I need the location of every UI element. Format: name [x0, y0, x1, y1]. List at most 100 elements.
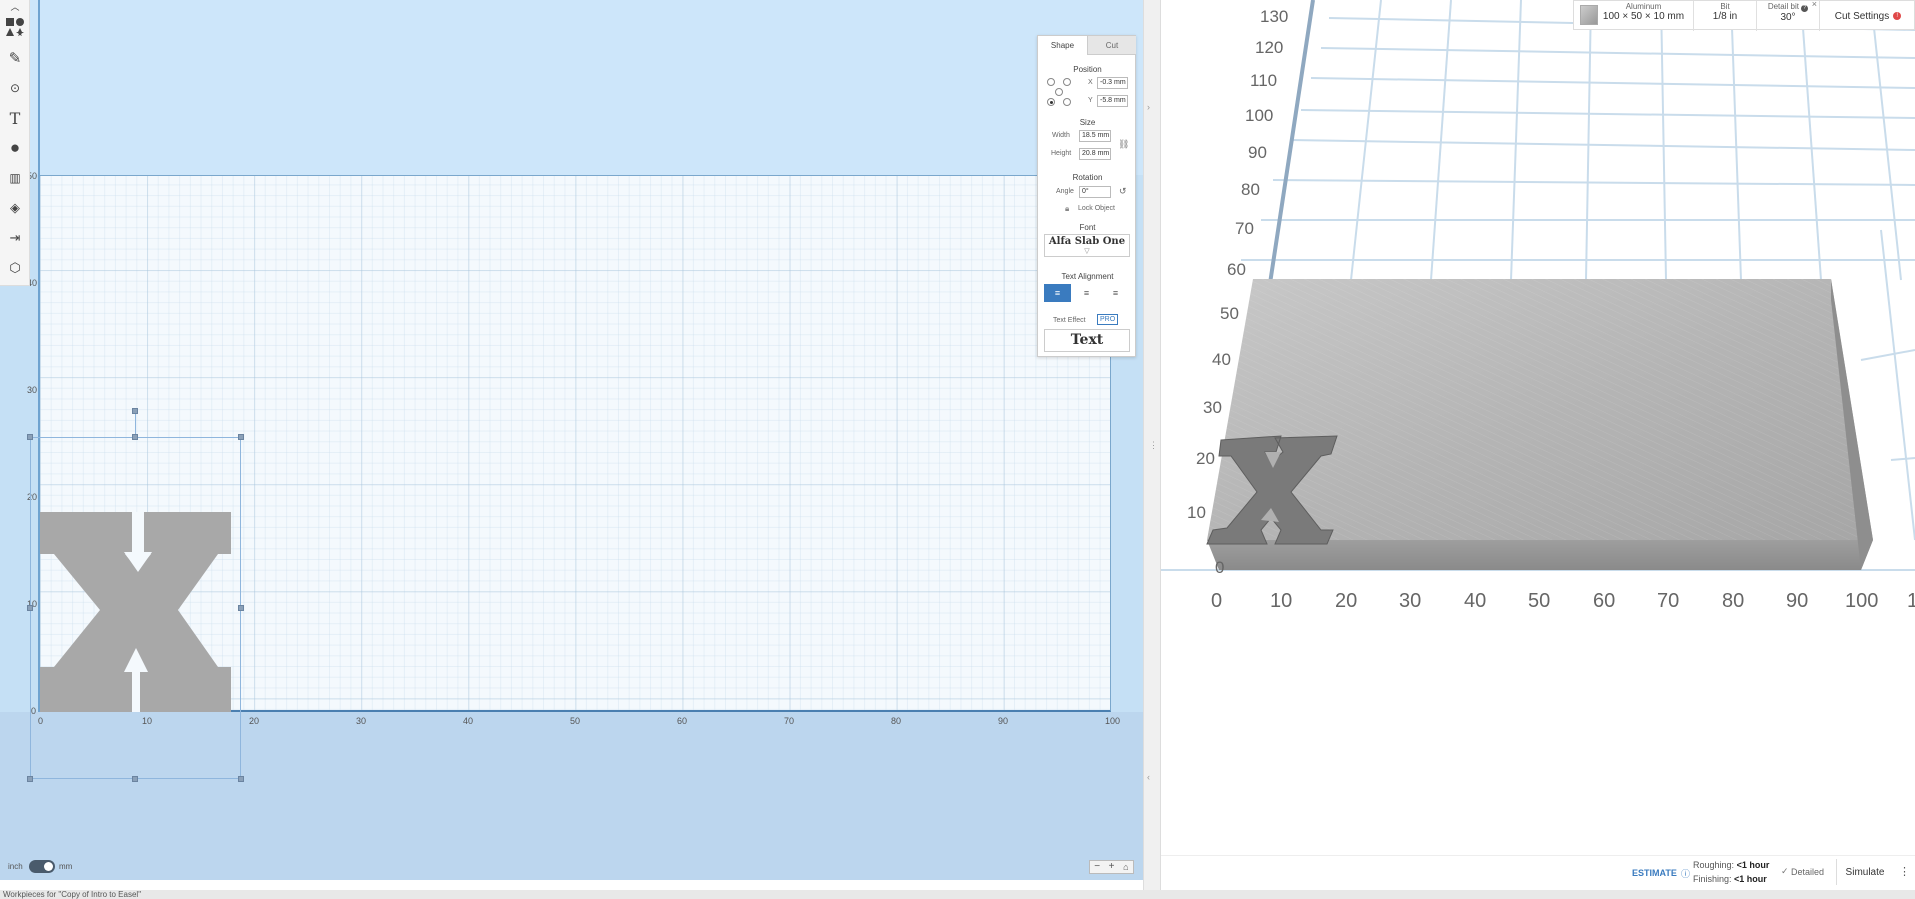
- resize-handle-b[interactable]: [132, 776, 138, 782]
- y-tick-label: 110: [1250, 71, 1278, 90]
- reset-rotation-icon[interactable]: ↺: [1119, 186, 1127, 197]
- y-tick-label: 40: [1212, 350, 1231, 369]
- resize-handle-r[interactable]: [238, 605, 244, 611]
- x-tick-label: 100: [1105, 716, 1121, 726]
- roughing-estimate: Roughing: <1 hour: [1693, 860, 1769, 870]
- expand-right-icon[interactable]: ›: [1147, 102, 1150, 112]
- resize-handle-tr[interactable]: [238, 434, 244, 440]
- expand-left-icon[interactable]: ‹: [1147, 772, 1150, 782]
- toggle-knob: [44, 862, 53, 871]
- resize-handle-bl[interactable]: [27, 776, 33, 782]
- y-tick-label: 10: [1187, 503, 1206, 522]
- position-y-input[interactable]: -5.8 mm: [1097, 95, 1128, 107]
- y-tick-label: 90: [1248, 143, 1267, 162]
- resize-handle-tl[interactable]: [27, 434, 33, 440]
- units-toggle[interactable]: [29, 860, 55, 873]
- more-options-icon[interactable]: ⋮: [1899, 865, 1910, 878]
- align-right-icon[interactable]: ≡: [1102, 284, 1129, 302]
- shapes-tool-icon[interactable]: [3, 15, 27, 39]
- unit-label-mm: mm: [59, 862, 73, 871]
- anchor-radio-br[interactable]: [1063, 98, 1071, 106]
- text-shape-x[interactable]: [40, 512, 231, 712]
- check-icon: ✓: [1781, 866, 1789, 876]
- cut-settings-button[interactable]: Cut Settings !: [1820, 1, 1915, 31]
- material-selector[interactable]: Aluminum 100 × 50 × 10 mm: [1574, 1, 1694, 31]
- y-tick-label: 60: [1227, 260, 1246, 279]
- anchor-radio-c[interactable]: [1055, 88, 1063, 96]
- detailed-label: Detailed: [1791, 867, 1825, 877]
- design-canvas[interactable]: 0 10 20 30 40 50 60 70 80 90 100 0 10 20…: [0, 0, 1143, 880]
- unit-label-inch: inch: [8, 862, 23, 871]
- anchor-radio-bl[interactable]: [1047, 98, 1055, 106]
- align-center-icon[interactable]: ≡: [1073, 284, 1100, 302]
- height-label: Height: [1051, 150, 1072, 157]
- drag-handle-icon[interactable]: ⋮: [1149, 440, 1158, 451]
- 3d-preview[interactable]: 0 10 20 30 40 50 60 70 80 90 100 110 120…: [1161, 0, 1915, 890]
- pen-tool-icon[interactable]: ✎: [3, 46, 27, 70]
- anchor-radio-tr[interactable]: [1063, 78, 1071, 86]
- font-select[interactable]: Alfa Slab One ▽: [1044, 234, 1130, 257]
- resize-handle-l[interactable]: [27, 605, 33, 611]
- height-input[interactable]: 20.8 mm: [1079, 148, 1111, 160]
- zoom-controls: − + ⌂: [1089, 860, 1134, 874]
- target-tool-icon[interactable]: ⊙: [3, 76, 27, 100]
- anchor-radio-tl[interactable]: [1047, 78, 1055, 86]
- x-tick-label: 30: [356, 716, 367, 726]
- tab-shape[interactable]: Shape: [1038, 36, 1087, 55]
- size-label: Size: [1079, 118, 1096, 127]
- y-tick-label: 100: [1245, 106, 1274, 125]
- rotation-handle[interactable]: [132, 408, 138, 414]
- text-alignment-label: Text Alignment: [1061, 272, 1114, 281]
- detail-bit-label: Detail bit: [1767, 2, 1799, 11]
- align-left-icon[interactable]: ≡: [1044, 284, 1071, 302]
- pro-badge: PRO: [1097, 314, 1119, 325]
- position-label: Position: [1073, 65, 1102, 74]
- estimate-bar: ESTIMATE ⓘ Roughing: <1 hour Finishing: …: [1161, 855, 1915, 890]
- x-tick-label: 20: [249, 716, 260, 726]
- barcode-icon[interactable]: ▥: [3, 166, 27, 190]
- cube-icon[interactable]: ⬡: [3, 256, 27, 280]
- position-x-input[interactable]: -0.3 mm: [1097, 77, 1128, 89]
- resize-handle-t[interactable]: [132, 434, 138, 440]
- status-bar: Workpieces for "Copy of Intro to Easel": [0, 890, 1915, 899]
- lock-object-label[interactable]: Lock Object: [1078, 205, 1115, 212]
- resize-handle-br[interactable]: [238, 776, 244, 782]
- y-tick-label: 130: [1260, 7, 1289, 26]
- tools-sidebar: ︿ ✎ ⊙ T ● ▥ ◈ ⇥ ⬡: [0, 0, 30, 286]
- bit-selector[interactable]: Bit 1/8 in: [1694, 1, 1757, 31]
- y-tick-label: 20: [1196, 449, 1215, 468]
- info-icon[interactable]: ⓘ: [1681, 867, 1690, 880]
- x-tick-label: 80: [891, 716, 902, 726]
- apple-icon[interactable]: ●: [3, 136, 27, 160]
- 3d-box-icon[interactable]: ◈: [3, 196, 27, 220]
- finishing-value: <1 hour: [1734, 874, 1767, 884]
- text-effect-label: Text Effect: [1053, 317, 1086, 324]
- roughing-label: Roughing:: [1693, 860, 1735, 870]
- x-label: X: [1088, 79, 1093, 86]
- home-icon[interactable]: ⌂: [1119, 861, 1133, 873]
- zoom-in-icon[interactable]: +: [1104, 861, 1118, 873]
- angle-input[interactable]: 0°: [1079, 186, 1111, 198]
- material-swatch: [1580, 5, 1598, 25]
- 3d-grid-scene: [1161, 0, 1915, 571]
- y-tick-label: 0: [1215, 558, 1225, 577]
- simulate-button[interactable]: Simulate: [1836, 859, 1893, 885]
- width-input[interactable]: 18.5 mm: [1079, 130, 1111, 142]
- shape-properties-panel: Shape Cut Position X -0.3 mm Y -5.8 mm S…: [1037, 35, 1136, 357]
- detail-bit-selector[interactable]: Detail bit ? 30° ×: [1757, 0, 1820, 31]
- tab-cut[interactable]: Cut: [1087, 36, 1136, 55]
- close-icon[interactable]: ×: [1812, 0, 1817, 9]
- text-effect-preview[interactable]: Text: [1044, 329, 1130, 352]
- estimate-label[interactable]: ESTIMATE: [1632, 868, 1677, 878]
- link-aspect-icon[interactable]: ⛓: [1118, 139, 1129, 150]
- collapse-icon[interactable]: ︿: [3, 0, 27, 12]
- info-icon[interactable]: ?: [1801, 5, 1809, 12]
- detail-bit-value: 30°: [1780, 12, 1796, 23]
- import-icon[interactable]: ⇥: [3, 226, 27, 250]
- lock-icon[interactable]: 🔒︎: [1065, 204, 1069, 214]
- text-tool-icon[interactable]: T: [3, 106, 27, 130]
- x-tick-label: 60: [677, 716, 688, 726]
- y-tick-label: 120: [1255, 38, 1284, 57]
- zoom-out-icon[interactable]: −: [1090, 861, 1104, 873]
- panel-divider[interactable]: › ⋮ ‹: [1143, 0, 1161, 890]
